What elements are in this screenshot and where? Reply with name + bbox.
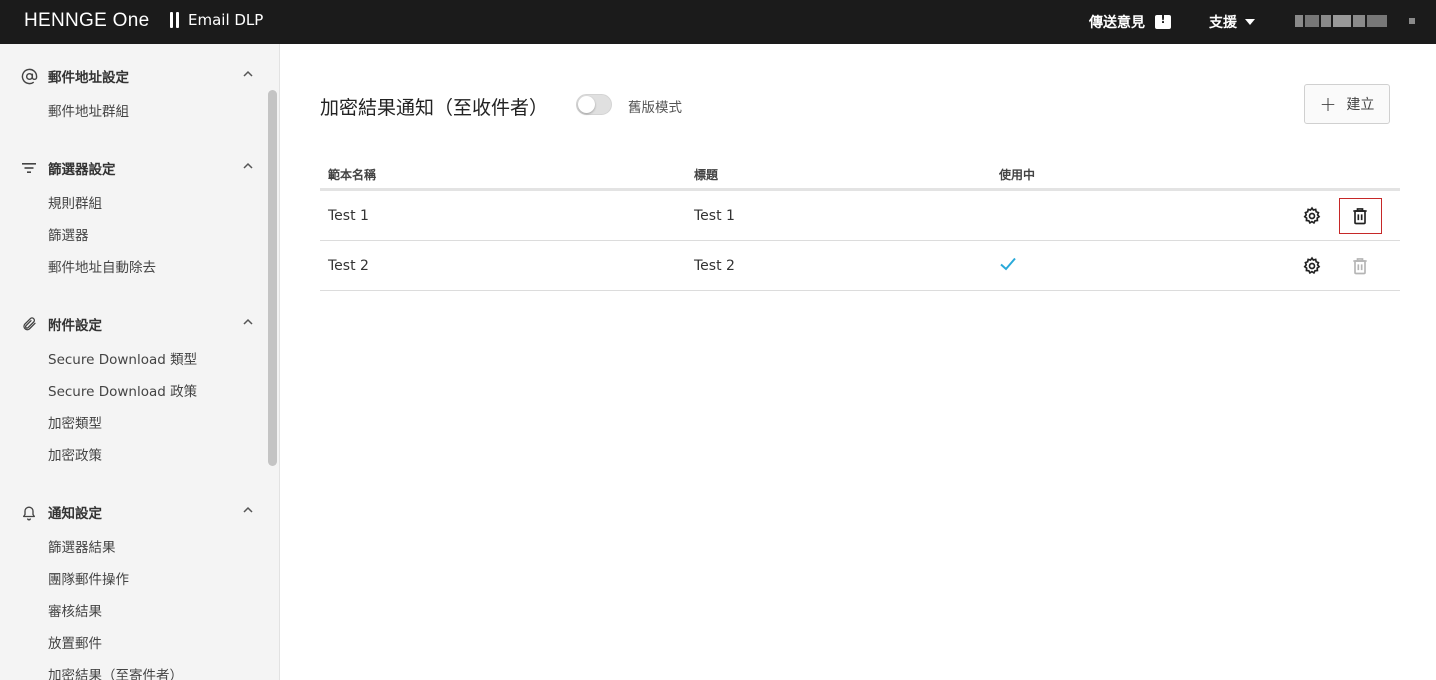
section-title: 郵件地址設定 — [48, 70, 129, 86]
create-button[interactable]: + 建立 — [1304, 84, 1390, 124]
feedback-icon — [1155, 13, 1171, 29]
column-header-in-use: 使用中 — [999, 168, 1036, 182]
paperclip-icon — [20, 315, 38, 333]
product-label: Email DLP — [188, 11, 264, 29]
sidebar-item-secure-download-policies[interactable]: Secure Download 政策 — [48, 380, 197, 400]
create-label: 建立 — [1346, 97, 1375, 113]
sidebar-item-encryption-types[interactable]: 加密類型 — [48, 412, 102, 432]
sidebar-item-filters[interactable]: 篩選器 — [48, 224, 89, 244]
sidebar: 郵件地址設定 郵件地址群組 篩選器設定 規則群組 篩選器 郵件地址自動除去 附件… — [0, 44, 280, 680]
top-bar: HENNGE One Email DLP 傳送意見 支援 — [0, 0, 1436, 44]
sidebar-item-secure-download-types[interactable]: Secure Download 類型 — [48, 348, 197, 368]
page-title: 加密結果通知（至收件者） — [320, 97, 549, 119]
row-divider — [320, 240, 1400, 241]
row-divider — [320, 290, 1400, 291]
filter-icon — [20, 159, 38, 177]
gear-icon[interactable] — [1302, 256, 1322, 276]
section-address-settings[interactable]: 郵件地址設定 — [20, 66, 256, 86]
section-title: 附件設定 — [48, 318, 102, 334]
sidebar-scrollbar[interactable] — [268, 90, 277, 466]
sidebar-item-address-auto-removal[interactable]: 郵件地址自動除去 — [48, 256, 156, 276]
chevron-up-icon — [243, 70, 253, 77]
template-name: Test 1 — [328, 208, 369, 224]
section-filter-settings[interactable]: 篩選器設定 — [20, 158, 256, 178]
table-header-divider — [320, 188, 1400, 191]
sidebar-item-encryption-results-sender[interactable]: 加密結果（至寄件者） — [48, 664, 183, 680]
product-icon — [170, 12, 179, 28]
bell-icon — [20, 503, 38, 521]
gear-icon[interactable] — [1302, 206, 1322, 226]
chevron-up-icon — [243, 318, 253, 325]
user-menu[interactable] — [1295, 15, 1415, 27]
support-label: 支援 — [1209, 15, 1237, 31]
legacy-mode-toggle[interactable] — [576, 94, 612, 115]
at-icon — [20, 67, 38, 85]
section-title: 篩選器設定 — [48, 162, 116, 178]
feedback-label: 傳送意見 — [1089, 15, 1145, 31]
column-header-subject: 標題 — [694, 168, 719, 182]
caret-down-icon — [1245, 19, 1255, 25]
trash-icon-disabled — [1353, 258, 1367, 275]
template-subject: Test 1 — [694, 208, 735, 224]
legacy-mode-label: 舊版模式 — [628, 100, 682, 116]
support-menu[interactable]: 支援 — [1209, 12, 1255, 32]
template-subject: Test 2 — [694, 258, 735, 274]
trash-icon[interactable] — [1350, 206, 1370, 226]
chevron-up-icon — [243, 162, 253, 169]
sidebar-item-review-results[interactable]: 審核結果 — [48, 600, 102, 620]
check-icon — [1000, 257, 1016, 271]
sidebar-item-rule-groups[interactable]: 規則群組 — [48, 192, 102, 212]
product-name[interactable]: Email DLP — [170, 11, 263, 29]
section-attachment-settings[interactable]: 附件設定 — [20, 314, 256, 334]
section-notification-settings[interactable]: 通知設定 — [20, 502, 256, 522]
sidebar-item-filter-results[interactable]: 篩選器結果 — [48, 536, 116, 556]
sidebar-item-team-mail-ops[interactable]: 團隊郵件操作 — [48, 568, 129, 588]
plus-icon: + — [1319, 92, 1337, 116]
template-name: Test 2 — [328, 258, 369, 274]
henngeone-logo[interactable]: HENNGE One — [24, 10, 149, 32]
feedback-button[interactable]: 傳送意見 — [1089, 12, 1171, 32]
sidebar-item-held-mail[interactable]: 放置郵件 — [48, 632, 102, 652]
sidebar-item-address-groups[interactable]: 郵件地址群組 — [48, 100, 129, 120]
column-header-template-name: 範本名稱 — [328, 168, 377, 182]
section-title: 通知設定 — [48, 506, 102, 522]
chevron-up-icon — [243, 506, 253, 513]
sidebar-item-encryption-policies[interactable]: 加密政策 — [48, 444, 102, 464]
